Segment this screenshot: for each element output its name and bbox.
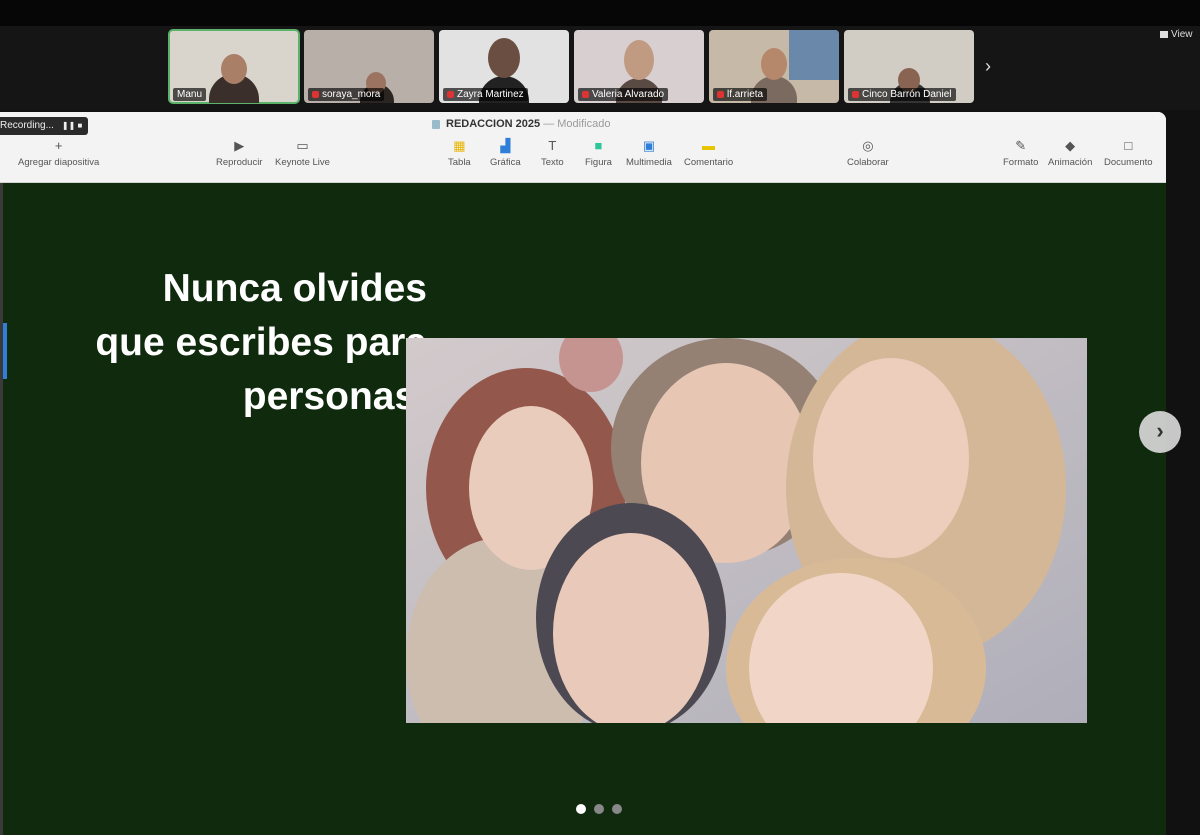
document-label: Documento — [1104, 157, 1153, 168]
keynote-toolbar: Recording... ❚❚ ■ REDACCION 2025 — Modifi… — [0, 112, 1166, 183]
participant-name-text: lf.arrieta — [727, 89, 764, 100]
keynote-doc-icon — [432, 119, 440, 129]
view-label: View — [1171, 29, 1193, 40]
play-icon: ▶ — [234, 138, 245, 153]
participant-name: Valeria Alvarado — [578, 88, 669, 101]
document-button[interactable]: □ Documento — [1104, 138, 1153, 168]
animate-icon: ◆ — [1065, 138, 1076, 153]
pagination-dot[interactable] — [612, 804, 622, 814]
comment-label: Comentario — [684, 157, 734, 168]
table-button[interactable]: ▦ Tabla — [448, 138, 471, 168]
shape-button[interactable]: ■ Figura — [585, 138, 612, 168]
media-icon: ▣ — [642, 138, 656, 153]
recording-controls[interactable]: ❚❚ ■ — [62, 121, 82, 130]
collaborate-icon: ◎ — [862, 138, 874, 153]
keynote-live-icon: ▭ — [296, 138, 309, 153]
chevron-right-icon: › — [1156, 418, 1164, 443]
meeting-top-bar — [0, 0, 1200, 26]
participant-tile[interactable]: Zayra Martinez — [439, 30, 569, 103]
participant-name: Manu — [173, 88, 207, 101]
shape-label: Figura — [585, 157, 612, 168]
chart-icon: ▟ — [500, 138, 511, 153]
view-button[interactable]: View — [1160, 29, 1193, 40]
mic-muted-icon — [447, 90, 454, 98]
participant-name-text: soraya_mora — [322, 89, 381, 100]
animate-button[interactable]: ◆ Animación — [1048, 138, 1092, 168]
recording-label: Recording... — [0, 120, 54, 131]
group-selfie-image — [406, 338, 1087, 723]
text-icon: T — [548, 138, 557, 153]
participant-name-text: Zayra Martinez — [457, 89, 524, 100]
participant-video — [488, 38, 520, 78]
slide-headline-line: que escribes para — [95, 321, 427, 364]
play-label: Reproducir — [216, 157, 263, 168]
participant-name: Zayra Martinez — [443, 88, 528, 101]
animate-label: Animación — [1048, 157, 1093, 168]
media-label: Multimedia — [626, 157, 672, 168]
participant-name-text: Valeria Alvarado — [592, 89, 665, 100]
text-label: Texto — [541, 157, 564, 168]
participant-tile[interactable]: Valeria Alvarado — [574, 30, 704, 103]
table-label: Tabla — [448, 157, 471, 168]
slide-headline[interactable]: Nunca olvides que escribes para personas… — [95, 262, 427, 424]
format-icon: ✎ — [1015, 138, 1027, 153]
pagination-dot[interactable] — [594, 804, 604, 814]
participant-name-text: Cinco Barrón Daniel — [862, 89, 952, 100]
slide-photo[interactable] — [406, 338, 1087, 723]
grid-icon — [1160, 30, 1168, 38]
slide-headline-line: Nunca olvides — [162, 267, 427, 310]
recording-indicator[interactable]: Recording... ❚❚ ■ — [0, 117, 89, 135]
participant-name: lf.arrieta — [713, 88, 768, 101]
keynote-live-button[interactable]: ▭ Keynote Live — [275, 138, 330, 168]
add-slide-button[interactable]: + Agregar diapositiva — [18, 138, 99, 168]
comment-icon: ▬ — [702, 138, 716, 153]
slide-pagination — [576, 801, 630, 819]
chevron-right-icon[interactable]: › — [985, 56, 991, 77]
document-title: REDACCION 2025 — Modificado — [432, 118, 610, 130]
participant-tile[interactable]: Cinco Barrón Daniel — [844, 30, 974, 103]
participant-video — [221, 54, 247, 84]
participant-tile[interactable]: lf.arrieta — [709, 30, 839, 103]
play-button[interactable]: ▶ Reproducir — [216, 138, 262, 168]
text-button[interactable]: T Texto — [541, 138, 564, 168]
collaborate-button[interactable]: ◎ Colaborar — [847, 138, 889, 168]
document-name: REDACCION 2025 — [446, 118, 541, 130]
add-slide-label: Agregar diapositiva — [18, 157, 100, 168]
chart-button[interactable]: ▟ Gráfica — [490, 138, 521, 168]
format-label: Formato — [1003, 157, 1039, 168]
document-icon: □ — [1124, 138, 1133, 153]
participant-name: Cinco Barrón Daniel — [848, 88, 956, 101]
slide-headline-line: personas. — [242, 375, 427, 418]
table-icon: ▦ — [453, 138, 466, 153]
participant-tile[interactable]: soraya_mora — [304, 30, 434, 103]
participant-video — [789, 30, 839, 80]
next-slide-button[interactable]: › — [1139, 411, 1181, 453]
chart-label: Gráfica — [490, 157, 521, 168]
mic-muted-icon — [312, 90, 319, 98]
participant-tile[interactable]: Manu — [168, 29, 300, 104]
mic-muted-icon — [582, 90, 589, 98]
collaborate-label: Colaborar — [847, 157, 889, 168]
pagination-dot[interactable] — [576, 804, 586, 814]
mic-muted-icon — [717, 90, 724, 98]
participant-video — [624, 40, 654, 80]
plus-icon: + — [54, 138, 63, 153]
media-button[interactable]: ▣ Multimedia — [626, 138, 672, 168]
participant-name: soraya_mora — [308, 88, 385, 101]
shape-icon: ■ — [594, 138, 603, 153]
comment-button[interactable]: ▬ Comentario — [684, 138, 733, 168]
keynote-live-label: Keynote Live — [275, 157, 330, 168]
document-status: — Modificado — [543, 118, 611, 130]
mic-muted-icon — [852, 90, 859, 98]
format-button[interactable]: ✎ Formato — [1003, 138, 1038, 168]
participant-video — [761, 48, 787, 80]
slide-selection-indicator — [3, 323, 7, 379]
